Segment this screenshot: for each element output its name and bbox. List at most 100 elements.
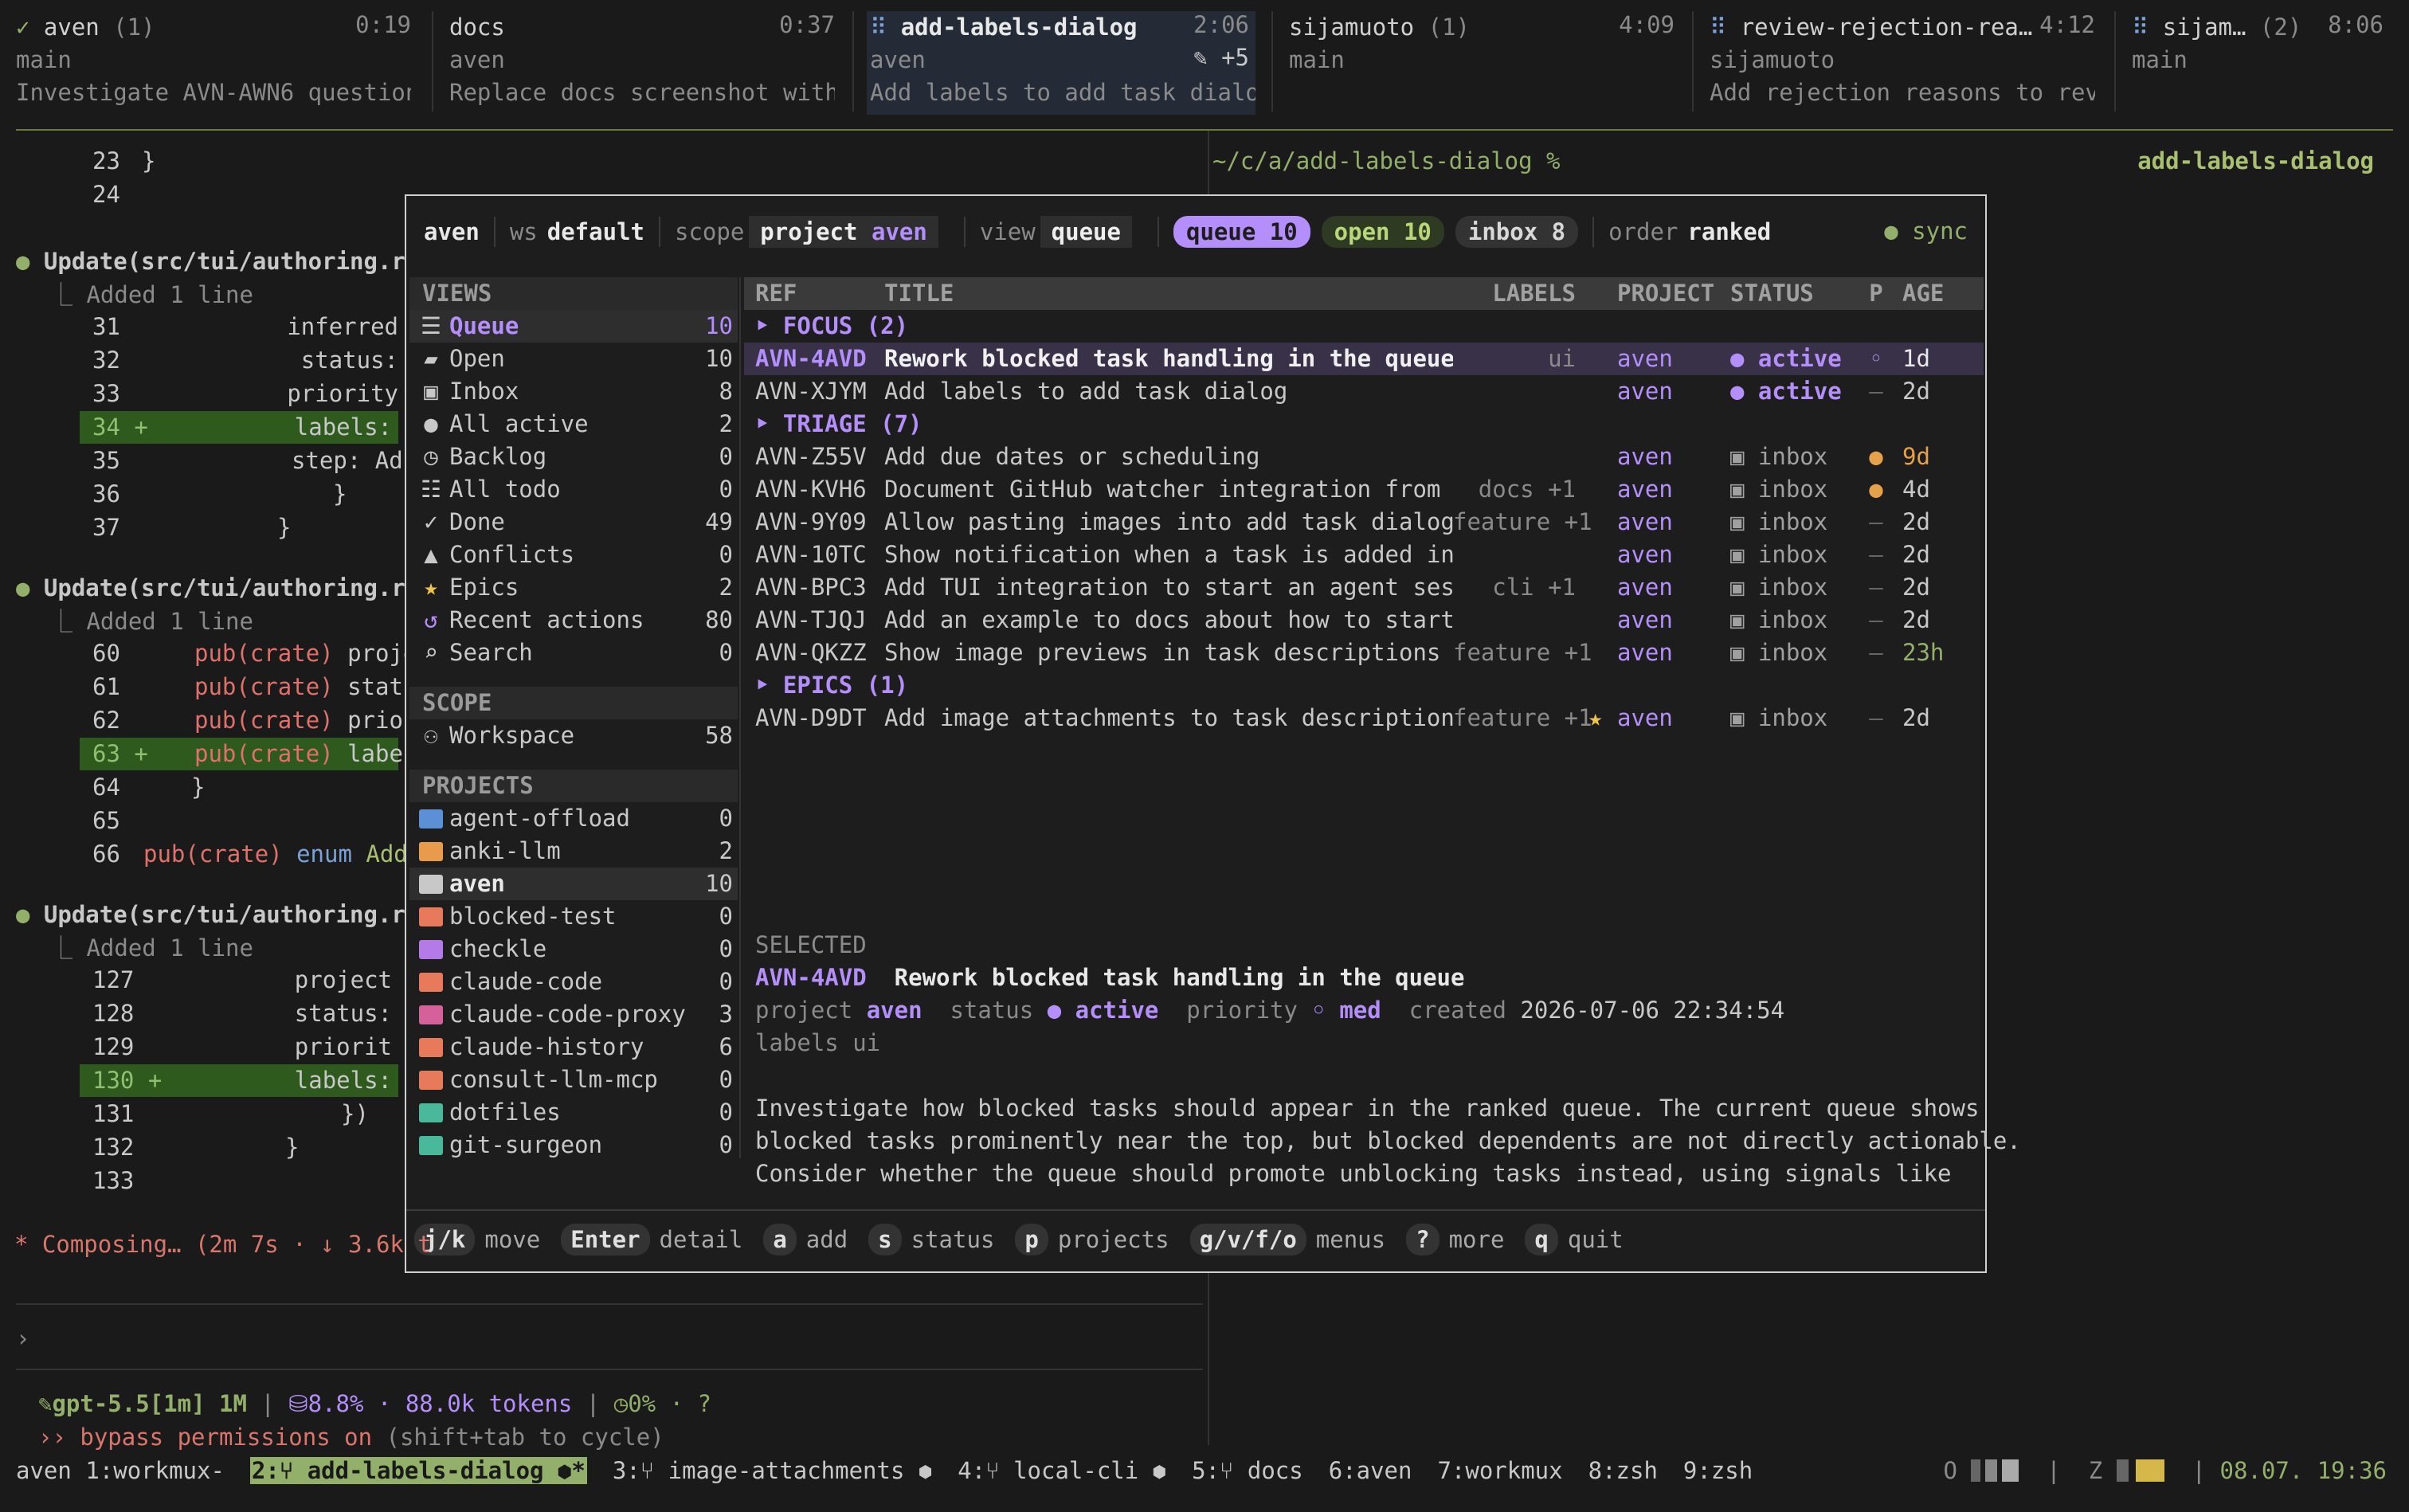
workspace-tab[interactable]: docs 0:37 aven Replace docs screenshot with… (449, 11, 835, 115)
task-group-header[interactable]: ‣ EPICS (1) (744, 669, 1984, 702)
agent-status-line: ✎gpt-5.5[1m] 1M | ⛁8.8% · 88.0k tokens |… (38, 1390, 711, 1417)
task-row[interactable]: AVN-TJQJ Add an example to docs about how… (744, 604, 1984, 637)
project-item-agent-offload[interactable]: agent-offload 0 (409, 802, 738, 835)
open-count-pill[interactable]: open 10 (1321, 216, 1444, 248)
task-ref: AVN-BPC3 (755, 574, 867, 601)
tmux-window[interactable]: 9:zsh (1683, 1457, 1753, 1484)
key-desc-menus: menus (1315, 1226, 1386, 1253)
project-item-claude-code[interactable]: claude-code 0 (409, 966, 738, 998)
diff-line: 131}) (80, 1098, 398, 1130)
order-value[interactable]: ranked (1687, 218, 1771, 245)
line-number: 23 (92, 147, 120, 174)
col-age[interactable]: AGE (1896, 277, 1968, 310)
tmux-window[interactable]: 1:workmux- (85, 1457, 225, 1484)
project-item-blocked-test[interactable]: blocked-test 0 (409, 900, 738, 933)
tmux-window[interactable]: 2:⑂ add-labels-dialog ⬢* (249, 1457, 587, 1484)
task-row[interactable]: AVN-KVH6 Document GitHub watcher integrat… (744, 473, 1984, 506)
folder-shape (419, 1136, 443, 1155)
tmux-window[interactable]: 6:aven (1329, 1457, 1412, 1484)
line-number: 37 (92, 514, 120, 541)
sidebar-item-search[interactable]: ⌕ Search 0 (409, 637, 738, 669)
sidebar-item-epics[interactable]: ★ Epics 2 (409, 571, 738, 604)
line-number: 36 (92, 480, 120, 507)
diff-line-content: 64} (80, 771, 398, 804)
project-count: 3 (719, 1001, 733, 1028)
task-row[interactable]: AVN-D9DT Add image attachments to task de… (744, 702, 1984, 734)
tab-description: Investigate AVN-AWN6 question (16, 79, 411, 106)
col-title[interactable]: TITLE (884, 277, 1453, 310)
task-row[interactable]: AVN-10TC Show notification when a task is… (744, 539, 1984, 571)
task-project: aven (1617, 606, 1673, 633)
rate-usage: 0% · ? (628, 1390, 711, 1417)
task-group-header[interactable]: ‣ FOCUS (2) (744, 310, 1984, 343)
sidebar-item-queue[interactable]: ☰ Queue 10 (409, 310, 738, 343)
view-value[interactable]: queue (1040, 216, 1132, 248)
task-row[interactable]: AVN-BPC3 Add TUI integration to start an … (744, 571, 1984, 604)
line-number: 65 (92, 807, 120, 834)
workspace-tab[interactable]: ⠿ add-labels-dialog 2:06 ✎ +5 aven Add label… (867, 11, 1255, 115)
tmux-session: aven (16, 1457, 86, 1484)
col-project[interactable]: PROJECT (1617, 277, 1730, 310)
sidebar-item-open[interactable]: ▰ Open 10 (409, 343, 738, 375)
sidebar-item-all-active[interactable]: ● All active 2 (409, 408, 738, 441)
task-title: Add an example to docs about how to star… (884, 606, 1453, 633)
todo-list-icon: ☷ (421, 476, 441, 503)
sidebar-item-all-todo[interactable]: ☷ All todo 0 (409, 473, 738, 506)
task-priority-icon: ◦ (1869, 345, 1883, 372)
diff-line: 36} (92, 478, 347, 511)
task-row[interactable]: AVN-9Y09 Allow pasting images into add ta… (744, 506, 1984, 539)
sidebar-item-done[interactable]: ✓ Done 49 (409, 506, 738, 539)
col-status[interactable]: STATUS (1730, 277, 1856, 310)
task-group-header[interactable]: ‣ TRIAGE (7) (744, 408, 1984, 441)
views-sidebar: VIEWS ☰ Queue 10 ▰ Open 10 ▣ Inbox 8 ● All active 2 ◷… (409, 277, 738, 1161)
task-row[interactable]: AVN-4AVD Rework blocked task handling in … (744, 343, 1984, 375)
workspace-tab[interactable]: ⠿ review-rejection-rea… 4:12 sijamuoto Add … (1710, 11, 2095, 115)
queue-count-pill[interactable]: queue 10 (1173, 216, 1310, 248)
workspace-tab[interactable]: ✓ aven (1) 0:19 main Investigate AVN-AWN6 q… (16, 11, 411, 115)
tool-call-summary: ⎿ Added 1 line (49, 934, 253, 962)
tmux-right-status: O | Z | 08.07. 19:36 (1943, 1457, 2387, 1484)
input-prompt-char[interactable]: › (16, 1322, 29, 1355)
project-label: consult-llm-mcp (449, 1066, 658, 1093)
task-row[interactable]: AVN-QKZZ Show image previews in task desc… (744, 637, 1984, 669)
project-item-checkle[interactable]: checkle 0 (409, 933, 738, 966)
workspace-tab[interactable]: ⠿ sijam… (2) 8:06 main (2132, 11, 2384, 115)
project-item-aven[interactable]: aven 10 (409, 868, 738, 900)
task-priority-icon: – (1869, 704, 1883, 731)
project-item-consult-llm-mcp[interactable]: consult-llm-mcp 0 (409, 1063, 738, 1096)
sidebar-item-inbox[interactable]: ▣ Inbox 8 (409, 375, 738, 408)
workspace-tab[interactable]: sijamuoto (1) 4:09 main (1289, 11, 1675, 115)
sidebar-item-workspace[interactable]: ⚇ Workspace 58 (409, 719, 738, 752)
tmux-window[interactable]: 8:zsh (1588, 1457, 1658, 1484)
ws-value[interactable]: default (547, 218, 644, 245)
scope-value[interactable]: project aven (749, 216, 938, 248)
sidebar-item-count: 2 (719, 574, 733, 601)
sidebar-item-backlog[interactable]: ◷ Backlog 0 (409, 441, 738, 473)
popup-header: aven ws default scope project aven view … (424, 210, 1771, 253)
sidebar-item-conflicts[interactable]: ▲ Conflicts 0 (409, 539, 738, 571)
tab-separator (432, 11, 433, 112)
project-item-claude-code-proxy[interactable]: claude-code-proxy 3 (409, 998, 738, 1031)
col-labels[interactable]: LABELS (1453, 277, 1588, 310)
col-ref[interactable]: REF (744, 277, 884, 310)
project-item-anki-llm[interactable]: anki-llm 2 (409, 835, 738, 868)
task-priority-icon: – (1869, 378, 1883, 405)
tmux-window[interactable]: 5:⑂ docs (1192, 1457, 1303, 1484)
tmux-window[interactable]: 7:workmux (1437, 1457, 1562, 1484)
project-item-claude-history[interactable]: claude-history 6 (409, 1031, 738, 1063)
circle-icon: ● (424, 410, 438, 437)
sidebar-item-recent-actions[interactable]: ↺ Recent actions 80 (409, 604, 738, 637)
task-ref: AVN-9Y09 (755, 508, 867, 535)
inbox-count-pill[interactable]: inbox 8 (1455, 216, 1579, 248)
tmux-window[interactable]: 4:⑂ local-cli ⬢ (958, 1457, 1166, 1484)
task-row[interactable]: AVN-XJYM Add labels to add task dialog ave… (744, 375, 1984, 408)
project-item-git-surgeon[interactable]: git-surgeon 0 (409, 1129, 738, 1161)
code-text: priority (287, 380, 398, 407)
task-row[interactable]: AVN-Z55V Add due dates or scheduling aven ▣… (744, 441, 1984, 473)
tmux-window[interactable]: 3:⑂ image-attachments ⬢ (613, 1457, 932, 1484)
project-label: checkle (449, 935, 547, 962)
col-priority[interactable]: P (1856, 277, 1896, 310)
diff-line: 64} (80, 771, 398, 804)
project-item-dotfiles[interactable]: dotfiles 0 (409, 1096, 738, 1129)
project-count: 0 (719, 1099, 733, 1126)
